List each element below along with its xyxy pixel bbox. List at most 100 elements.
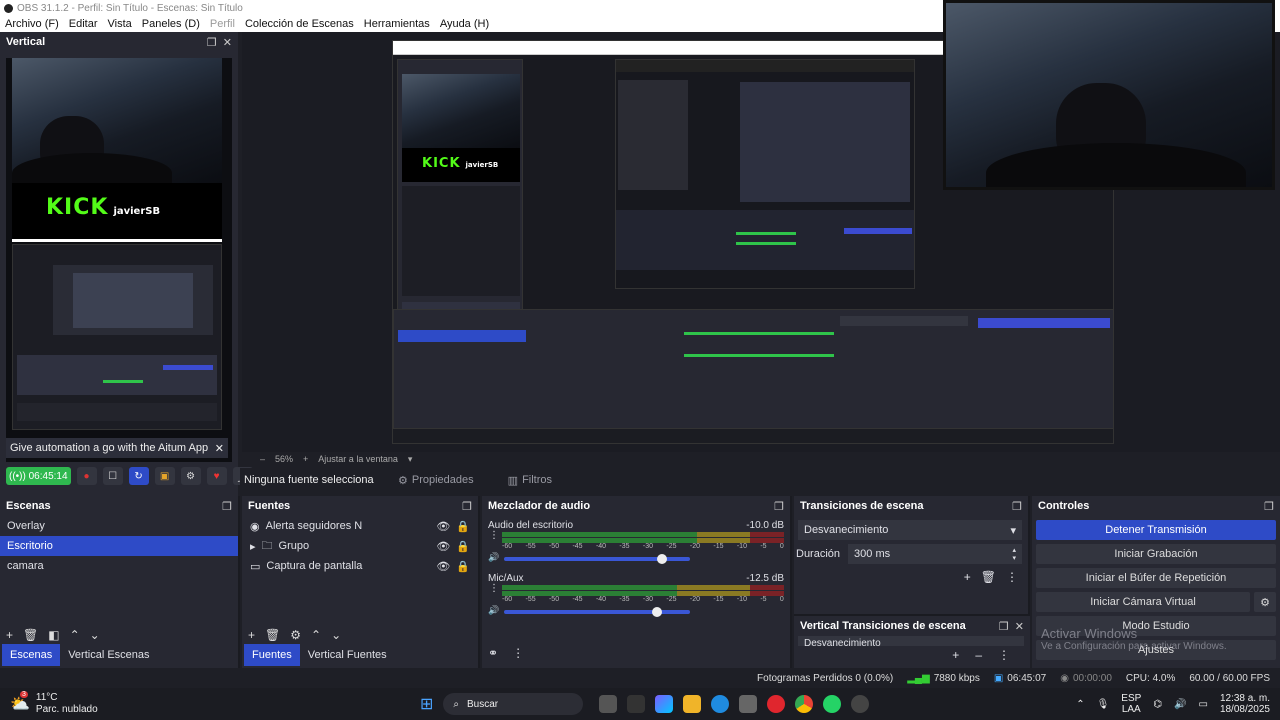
volume-slider[interactable] [504, 607, 690, 617]
arrow-up-icon[interactable]: ⌃ [70, 628, 80, 642]
edge-icon[interactable] [711, 695, 730, 713]
add-icon[interactable]: + [964, 570, 971, 584]
replay-buffer-icon[interactable]: ↻ [128, 467, 149, 485]
vertical-transition-select[interactable]: Desvanecimiento [798, 636, 1024, 646]
menu-vista[interactable]: Vista [103, 18, 137, 30]
menu-ayuda[interactable]: Ayuda (H) [435, 18, 494, 30]
microphone-icon[interactable]: 🎙 [1097, 699, 1110, 710]
eye-icon[interactable]: 👁 [436, 560, 450, 573]
tab-vertical-fuentes[interactable]: Vertical Fuentes [300, 644, 395, 666]
menu-coleccion-escenas[interactable]: Colección de Escenas [240, 18, 359, 30]
lock-icon[interactable]: 🔒 [456, 540, 470, 553]
start-recording-button[interactable]: Iniciar Grabación [1036, 544, 1276, 564]
menu-archivo[interactable]: Archivo (F) [0, 18, 64, 30]
tab-vertical-escenas[interactable]: Vertical Escenas [60, 644, 157, 666]
copilot-icon[interactable] [655, 695, 674, 713]
arrow-down-icon[interactable]: ⌄ [331, 628, 341, 642]
scene-item-camara[interactable]: camara [0, 556, 238, 576]
link-icon[interactable]: ⚭ [488, 646, 498, 660]
volume-knob[interactable] [651, 607, 662, 617]
pen-icon[interactable] [627, 695, 646, 713]
volume-knob[interactable] [657, 554, 668, 564]
transition-select[interactable]: Desvanecimiento ▾ [798, 520, 1022, 540]
network-icon[interactable]: ⌬ [1153, 699, 1162, 710]
volume-icon[interactable]: 🔊 [1174, 699, 1186, 710]
volume-slider[interactable] [504, 554, 690, 564]
pause-icon[interactable]: ☐ [102, 467, 123, 485]
source-row[interactable]: ▭ Captura de pantalla 👁 🔒 [242, 556, 478, 576]
settings-icon[interactable]: ⚙ [180, 467, 201, 485]
eye-icon[interactable]: 👁 [436, 520, 450, 533]
filters-button[interactable]: ▥ Filtros [498, 470, 562, 491]
properties-button[interactable]: ⚙ Propiedades [388, 470, 484, 491]
vertical-stream-timer[interactable]: ((•)) 06:45:14 [6, 467, 71, 485]
file-explorer-icon[interactable] [683, 695, 702, 713]
minus-icon[interactable]: – [975, 648, 982, 662]
weather-widget[interactable]: ⛅ 3 11°C Parc. nublado [10, 691, 390, 716]
duration-spinbox[interactable]: 300 ms ▴ ▾ [848, 544, 1022, 564]
taskbar-search[interactable]: ⌕ Buscar [443, 693, 584, 715]
arrow-up-icon[interactable]: ⌃ [311, 628, 321, 642]
source-row[interactable]: ◉ Alerta seguidores N 👁 🔒 [242, 516, 478, 536]
add-icon[interactable]: + [6, 628, 13, 642]
speaker-icon[interactable]: 🔊 [488, 552, 499, 563]
trash-icon[interactable]: 🗑 [981, 570, 996, 584]
undock-icon[interactable]: ❐ [1012, 500, 1022, 513]
chrome-icon[interactable] [795, 695, 814, 713]
tab-escenas[interactable]: Escenas [2, 644, 61, 666]
undock-icon[interactable]: ❐ [207, 36, 217, 49]
more-icon[interactable]: ⋮ [1006, 570, 1018, 584]
lock-icon[interactable]: 🔒 [456, 560, 470, 573]
windows-start-icon[interactable]: ⊞ [420, 694, 433, 714]
start-virtual-camera-button[interactable]: Iniciar Cámara Virtual [1036, 592, 1250, 612]
scene-item-escritorio[interactable]: Escritorio [0, 536, 238, 556]
close-icon[interactable]: ✕ [1015, 620, 1024, 633]
whatsapp-icon[interactable] [823, 695, 842, 713]
undock-icon[interactable]: ❐ [222, 500, 232, 513]
undock-icon[interactable]: ❐ [462, 500, 472, 513]
fit-window-label[interactable]: Ajustar a la ventana [318, 454, 398, 464]
undock-icon[interactable]: ❐ [999, 620, 1009, 633]
tab-fuentes[interactable]: Fuentes [244, 644, 300, 666]
menu-paneles[interactable]: Paneles (D) [137, 18, 205, 30]
zoom-out-button[interactable]: – [260, 454, 265, 464]
speaker-icon[interactable]: 🔊 [488, 605, 499, 616]
heart-icon[interactable]: ♥ [206, 467, 227, 485]
record-icon[interactable]: ● [76, 467, 97, 485]
more-icon[interactable]: ⋮ [489, 583, 499, 594]
menu-herramientas[interactable]: Herramientas [359, 18, 435, 30]
filter-icon[interactable]: ◧ [48, 628, 59, 642]
obs-taskbar-icon[interactable] [851, 695, 870, 713]
add-icon[interactable]: + [248, 628, 255, 642]
close-icon[interactable]: ✕ [223, 36, 232, 49]
stop-streaming-button[interactable]: Detener Transmisión [1036, 520, 1276, 540]
start-replay-buffer-button[interactable]: Iniciar el Búfer de Repetición [1036, 568, 1276, 588]
arrow-down-icon[interactable]: ⌄ [90, 628, 100, 642]
dismiss-icon[interactable]: ✕ [215, 442, 224, 455]
language-indicator[interactable]: ESP LAA [1121, 693, 1141, 715]
more-icon[interactable]: ⋮ [512, 646, 524, 660]
settings-button[interactable]: Ajustes [1036, 640, 1276, 660]
eye-icon[interactable]: 👁 [436, 540, 450, 553]
gear-icon[interactable]: ⚙ [1254, 592, 1276, 612]
chevron-down-icon[interactable]: ▾ [408, 454, 413, 465]
more-icon[interactable]: ⋮ [489, 530, 499, 541]
zoom-in-button[interactable]: + [303, 454, 308, 464]
vertical-preview[interactable]: KICK javierSB [6, 58, 232, 462]
clock[interactable]: 12:38 a. m. 18/08/2025 [1220, 693, 1270, 715]
opera-icon[interactable] [767, 695, 786, 713]
expand-icon[interactable]: ▸ [250, 540, 256, 553]
store-icon[interactable] [739, 695, 758, 713]
more-icon[interactable]: ⋮ [998, 648, 1010, 662]
trash-icon[interactable]: 🗑 [265, 628, 280, 642]
menu-editar[interactable]: Editar [64, 18, 103, 30]
add-icon[interactable]: + [952, 648, 959, 662]
studio-mode-button[interactable]: Modo Estudio [1036, 616, 1276, 636]
trash-icon[interactable]: 🗑 [23, 628, 38, 642]
virtual-camera-icon[interactable]: ▣ [154, 467, 175, 485]
undock-icon[interactable]: ❐ [774, 500, 784, 513]
chevron-up-icon[interactable]: ⌃ [1076, 699, 1084, 710]
lock-icon[interactable]: 🔒 [456, 520, 470, 533]
source-row[interactable]: ▸ 🗀 Grupo 👁 🔒 [242, 536, 478, 556]
scene-item-overlay[interactable]: Overlay [0, 516, 238, 536]
